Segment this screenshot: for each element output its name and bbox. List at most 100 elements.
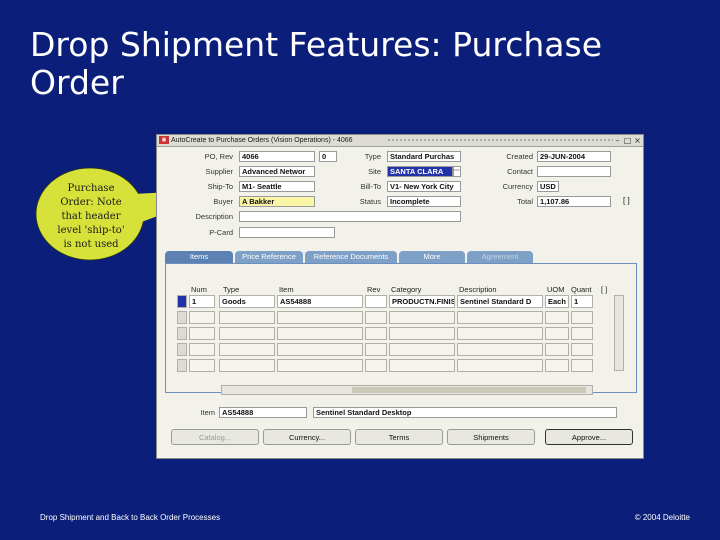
col-category: Category xyxy=(391,285,422,294)
col-quantity: Quant xyxy=(571,285,592,294)
empty-cell[interactable] xyxy=(365,327,387,340)
empty-cell[interactable] xyxy=(571,327,593,340)
empty-cell[interactable] xyxy=(545,327,569,340)
item-description-field[interactable]: Sentinel Standard Desktop xyxy=(313,407,617,418)
footer-left-text: Drop Shipment and Back to Back Order Pro… xyxy=(40,513,221,522)
item-label: Item xyxy=(200,408,215,417)
currency-button[interactable]: Currency... xyxy=(263,429,351,445)
col-type: Type xyxy=(223,285,240,294)
catalog-button[interactable]: Catalog... xyxy=(171,429,259,445)
empty-cell[interactable] xyxy=(277,343,363,356)
pcard-field[interactable] xyxy=(239,227,335,238)
line-description-cell[interactable]: Sentinel Standard D xyxy=(457,295,543,308)
col-num: Num xyxy=(191,285,207,294)
window-titlebar[interactable]: ▣ AutoCreate to Purchase Orders (Vision … xyxy=(157,135,643,147)
row-selector[interactable] xyxy=(177,343,187,356)
tab-items[interactable]: Items xyxy=(165,251,233,263)
terms-button[interactable]: Terms xyxy=(355,429,443,445)
rev-field[interactable]: 0 xyxy=(319,151,337,162)
empty-cell[interactable] xyxy=(189,343,215,356)
empty-cell[interactable] xyxy=(365,359,387,372)
horizontal-scroll-thumb[interactable] xyxy=(352,387,586,393)
approve-button[interactable]: Approve... xyxy=(545,429,633,445)
row-selector-active[interactable] xyxy=(177,295,187,308)
line-category-cell[interactable]: PRODUCTN.FINISHED xyxy=(389,295,455,308)
lines-vertical-scrollbar[interactable] xyxy=(614,295,624,371)
tab-price-reference[interactable]: Price Reference xyxy=(235,251,303,263)
empty-cell[interactable] xyxy=(389,327,455,340)
buyer-field[interactable]: A Bakker xyxy=(239,196,315,207)
billto-field[interactable]: V1- New York City xyxy=(387,181,461,192)
type-label: Type xyxy=(364,152,381,161)
currency-field[interactable]: USD xyxy=(537,181,559,192)
line-rev-cell[interactable] xyxy=(365,295,387,308)
supplier-label: Supplier xyxy=(205,167,233,176)
empty-cell[interactable] xyxy=(571,311,593,324)
empty-cell[interactable] xyxy=(277,327,363,340)
row-selector[interactable] xyxy=(177,327,187,340)
empty-cell[interactable] xyxy=(219,311,275,324)
created-field[interactable]: 29-JUN-2004 xyxy=(537,151,611,162)
type-field[interactable]: Standard Purchas xyxy=(387,151,461,162)
empty-cell[interactable] xyxy=(457,311,543,324)
billto-label: Bill-To xyxy=(360,182,381,191)
minimize-icon[interactable]: – xyxy=(613,136,622,145)
empty-cell[interactable] xyxy=(277,359,363,372)
shipto-label: Ship-To xyxy=(207,182,233,191)
line-item-cell[interactable]: AS54888 xyxy=(277,295,363,308)
row-selector[interactable] xyxy=(177,359,187,372)
close-icon[interactable]: × xyxy=(633,136,642,145)
item-field[interactable]: AS54888 xyxy=(219,407,307,418)
supplier-field[interactable]: Advanced Networ xyxy=(239,166,315,177)
site-field[interactable]: SANTA CLARA xyxy=(387,166,453,177)
empty-cell[interactable] xyxy=(365,343,387,356)
folder-flexfield-icon[interactable]: [ ] xyxy=(601,285,607,294)
empty-cell[interactable] xyxy=(457,343,543,356)
row-selector[interactable] xyxy=(177,311,187,324)
empty-cell[interactable] xyxy=(219,343,275,356)
line-num-cell[interactable]: 1 xyxy=(189,295,215,308)
site-lov-button[interactable]: ··· xyxy=(453,166,461,177)
tab-reference-documents[interactable]: Reference Documents xyxy=(305,251,397,263)
empty-cell[interactable] xyxy=(189,327,215,340)
maximize-icon[interactable]: □ xyxy=(623,136,632,145)
empty-cell[interactable] xyxy=(457,327,543,340)
shipto-field[interactable]: M1- Seattle xyxy=(239,181,315,192)
col-uom: UOM xyxy=(547,285,565,294)
line-uom-cell[interactable]: Each xyxy=(545,295,569,308)
pcard-label: P-Card xyxy=(209,228,233,237)
shipments-button[interactable]: Shipments xyxy=(447,429,535,445)
titlebar-grip xyxy=(387,138,613,143)
empty-cell[interactable] xyxy=(389,343,455,356)
empty-cell[interactable] xyxy=(219,327,275,340)
empty-cell[interactable] xyxy=(571,359,593,372)
po-number-field[interactable]: 4066 xyxy=(239,151,315,162)
empty-cell[interactable] xyxy=(545,343,569,356)
contact-field[interactable] xyxy=(537,166,611,177)
lines-horizontal-scrollbar[interactable] xyxy=(221,385,593,395)
oracle-logo-icon: ▣ xyxy=(159,136,169,144)
empty-cell[interactable] xyxy=(545,359,569,372)
line-type-cell[interactable]: Goods xyxy=(219,295,275,308)
empty-cell[interactable] xyxy=(219,359,275,372)
descriptive-flexfield-icon[interactable]: [ ] xyxy=(621,196,641,207)
buyer-label: Buyer xyxy=(213,197,233,206)
empty-cell[interactable] xyxy=(189,311,215,324)
empty-cell[interactable] xyxy=(545,311,569,324)
description-label: Description xyxy=(195,212,233,221)
tab-agreement[interactable]: Agreement xyxy=(467,251,533,263)
empty-cell[interactable] xyxy=(389,359,455,372)
empty-cell[interactable] xyxy=(277,311,363,324)
currency-label: Currency xyxy=(502,182,533,191)
contact-label: Contact xyxy=(507,167,533,176)
total-field[interactable]: 1,107.86 xyxy=(537,196,611,207)
empty-cell[interactable] xyxy=(189,359,215,372)
empty-cell[interactable] xyxy=(457,359,543,372)
empty-cell[interactable] xyxy=(571,343,593,356)
description-field[interactable] xyxy=(239,211,461,222)
line-quantity-cell[interactable]: 1 xyxy=(571,295,593,308)
status-field[interactable]: Incomplete xyxy=(387,196,461,207)
tab-more[interactable]: More xyxy=(399,251,465,263)
empty-cell[interactable] xyxy=(365,311,387,324)
empty-cell[interactable] xyxy=(389,311,455,324)
